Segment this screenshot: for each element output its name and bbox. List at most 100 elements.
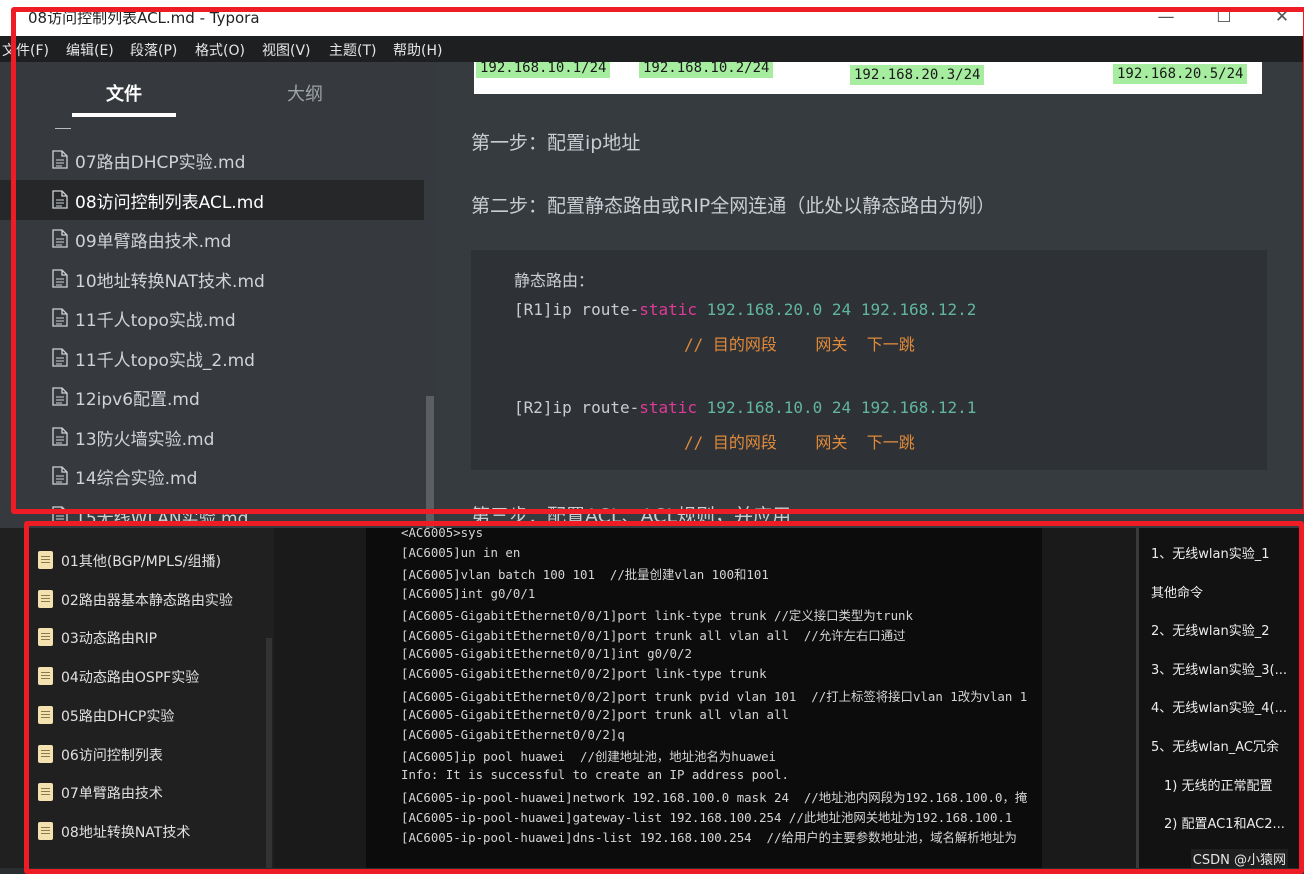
file-label: 10地址转换NAT技术.md bbox=[75, 272, 265, 292]
note-icon bbox=[38, 667, 53, 686]
maximize-button[interactable]: ☐ bbox=[1210, 4, 1238, 30]
terminal-line: [AC6005-GigabitEthernet0/0/2]port trunk … bbox=[401, 688, 1028, 704]
tree-dot bbox=[24, 597, 27, 601]
note-label: 01其他(BGP/MPLS/组播) bbox=[61, 554, 222, 570]
note-item[interactable]: 05路由DHCP实验 bbox=[0, 697, 266, 733]
menu-theme[interactable]: 主题(T) bbox=[329, 40, 376, 60]
file-icon bbox=[52, 269, 68, 288]
file-item[interactable]: 13防火墙实验.md bbox=[0, 417, 424, 457]
file-label: 13防火墙实验.md bbox=[75, 430, 215, 450]
file-label: 15无线WLAN实验.md bbox=[75, 509, 249, 528]
tree-dot bbox=[24, 752, 27, 756]
file-icon bbox=[52, 150, 68, 169]
active-tab-indicator bbox=[72, 113, 176, 117]
note-icon bbox=[38, 744, 53, 763]
outline-item[interactable]: 1) 无线的正常配置 bbox=[1164, 775, 1272, 794]
menu-edit[interactable]: 编辑(E) bbox=[66, 40, 114, 60]
file-label: 11千人topo实战.md bbox=[75, 311, 236, 331]
note-item[interactable]: 03动态路由RIP bbox=[0, 619, 266, 655]
code-comment: // 目的网段 网关 下一跳 bbox=[684, 433, 915, 452]
menu-bar: 文件(F) 编辑(E) 段落(P) 格式(O) 视图(V) 主题(T) 帮助(H… bbox=[0, 36, 1304, 62]
file-icon bbox=[52, 348, 68, 367]
window-title: 08访问控制列表ACL.md - Typora bbox=[28, 9, 260, 27]
outline-item[interactable]: 2) 配置AC1和AC2... bbox=[1164, 813, 1285, 832]
code-line-r2: [R2]ip route-static 192.168.10.0 24 192.… bbox=[514, 398, 977, 417]
menu-view[interactable]: 视图(V) bbox=[262, 40, 311, 60]
note-label: 07单臂路由技术 bbox=[61, 786, 163, 803]
file-item[interactable]: 08访问控制列表ACL.md bbox=[0, 180, 424, 220]
code-block[interactable]: 静态路由： [R1]ip route-static 192.168.20.0 2… bbox=[471, 250, 1267, 470]
file-item[interactable]: 12ipv6配置.md bbox=[0, 377, 424, 417]
menu-format[interactable]: 格式(O) bbox=[195, 40, 245, 60]
file-item[interactable]: 09单臂路由技术.md bbox=[0, 219, 424, 259]
step-3-text: 第三步：配置ACL、ACL规则，并应用 bbox=[471, 505, 792, 527]
close-button[interactable]: ✕ bbox=[1268, 4, 1296, 30]
outline-item[interactable]: 4、无线wlan实验_4(... bbox=[1151, 697, 1287, 716]
notes-scrollbar[interactable] bbox=[266, 638, 272, 868]
note-icon bbox=[38, 705, 53, 724]
ip-label: 192.168.20.5/24 bbox=[1113, 64, 1248, 84]
divider bbox=[55, 128, 71, 129]
tree-dot bbox=[24, 829, 27, 833]
file-item[interactable]: 14综合实验.md bbox=[0, 456, 424, 496]
note-item[interactable]: 04动态路由OSPF实验 bbox=[0, 658, 266, 694]
tree-dot bbox=[24, 559, 27, 562]
note-item[interactable]: 08地址转换NAT技术 bbox=[0, 813, 266, 849]
topology-image: 192.168.10.1/24 192.168.10.2/24 192.168.… bbox=[474, 62, 1262, 94]
minimize-button[interactable]: — bbox=[1152, 4, 1180, 30]
tree-dot bbox=[24, 675, 27, 679]
note-item[interactable]: 06访问控制列表 bbox=[0, 736, 266, 772]
note-item[interactable]: 07单臂路由技术 bbox=[0, 774, 266, 810]
file-item[interactable]: 11千人topo实战_2.md bbox=[0, 338, 424, 378]
note-icon bbox=[38, 628, 53, 647]
menu-help[interactable]: 帮助(H) bbox=[393, 40, 442, 60]
tab-outline[interactable]: 大纲 bbox=[287, 80, 323, 106]
terminal-line: [AC6005-ip-pool-huawei]gateway-list 192.… bbox=[401, 809, 1013, 825]
menu-paragraph[interactable]: 段落(P) bbox=[130, 40, 177, 60]
outline-item[interactable]: 5、无线wlan_AC冗余 bbox=[1151, 736, 1279, 755]
note-item[interactable]: 02路由器基本静态路由实验 bbox=[0, 581, 266, 617]
note-icon bbox=[38, 821, 53, 840]
terminal-line: [AC6005-GigabitEthernet0/0/2]port link-t… bbox=[401, 666, 767, 682]
menu-file[interactable]: 文件(F) bbox=[2, 40, 49, 60]
terminal-line: [AC6005]int g0/0/1 bbox=[401, 585, 536, 601]
file-icon bbox=[52, 308, 68, 327]
file-item[interactable]: 11千人topo实战.md bbox=[0, 298, 424, 338]
terminal-line: [AC6005-GigabitEthernet0/0/1]port link-t… bbox=[401, 607, 913, 623]
editor-pane[interactable]: 192.168.10.1/24 192.168.10.2/24 192.168.… bbox=[436, 62, 1304, 528]
note-icon bbox=[38, 551, 53, 569]
file-icon bbox=[52, 506, 68, 525]
file-icon bbox=[52, 466, 68, 485]
outline-item[interactable]: 3、无线wlan实验_3(... bbox=[1151, 659, 1287, 678]
step-1-text: 第一步：配置ip地址 bbox=[471, 132, 641, 154]
file-label: 14综合实验.md bbox=[75, 469, 198, 489]
file-icon bbox=[52, 427, 68, 446]
file-label: 09单臂路由技术.md bbox=[75, 232, 232, 252]
outline-item[interactable]: 2、无线wlan实验_2 bbox=[1151, 620, 1270, 639]
note-label: 06访问控制列表 bbox=[61, 747, 163, 764]
code-line-r1: [R1]ip route-static 192.168.20.0 24 192.… bbox=[514, 300, 977, 319]
outline-item[interactable]: 其他命令 bbox=[1151, 582, 1203, 601]
file-item[interactable]: 07路由DHCP实验.md bbox=[0, 140, 424, 180]
terminal-output: <AC6005>sys [AC6005]un in en [AC6005]vlan … bbox=[366, 528, 1042, 868]
tree-dot bbox=[24, 636, 27, 640]
code-comment: // 目的网段 网关 下一跳 bbox=[684, 335, 915, 354]
sidebar-scrollbar[interactable] bbox=[426, 396, 434, 528]
terminal-line: [AC6005-ip-pool-huawei]network 192.168.1… bbox=[401, 789, 1028, 805]
file-item[interactable]: 10地址转换NAT技术.md bbox=[0, 259, 424, 299]
terminal-line: [AC6005-GigabitEthernet0/0/1]int g0/0/2 bbox=[401, 646, 692, 662]
outline-item[interactable]: 1、无线wlan实验_1 bbox=[1151, 543, 1270, 562]
file-label: 12ipv6配置.md bbox=[75, 390, 200, 410]
terminal-line: [AC6005]un in en bbox=[401, 545, 521, 561]
note-label: 08地址转换NAT技术 bbox=[61, 824, 191, 841]
file-icon bbox=[52, 229, 68, 248]
terminal-line: [AC6005-GigabitEthernet0/0/1]port trunk … bbox=[401, 628, 906, 643]
note-icon bbox=[38, 783, 53, 802]
note-label: 03动态路由RIP bbox=[61, 631, 158, 648]
note-item[interactable]: 01其他(BGP/MPLS/组播) bbox=[0, 542, 266, 578]
file-item[interactable]: 15无线WLAN实验.md bbox=[0, 496, 424, 528]
ip-label: 192.168.10.1/24 bbox=[476, 62, 611, 78]
file-label: 08访问控制列表ACL.md bbox=[75, 193, 265, 213]
terminal-line: [AC6005-ip-pool-huawei]dns-list 192.168.… bbox=[401, 830, 1017, 845]
tab-files[interactable]: 文件 bbox=[106, 80, 142, 106]
